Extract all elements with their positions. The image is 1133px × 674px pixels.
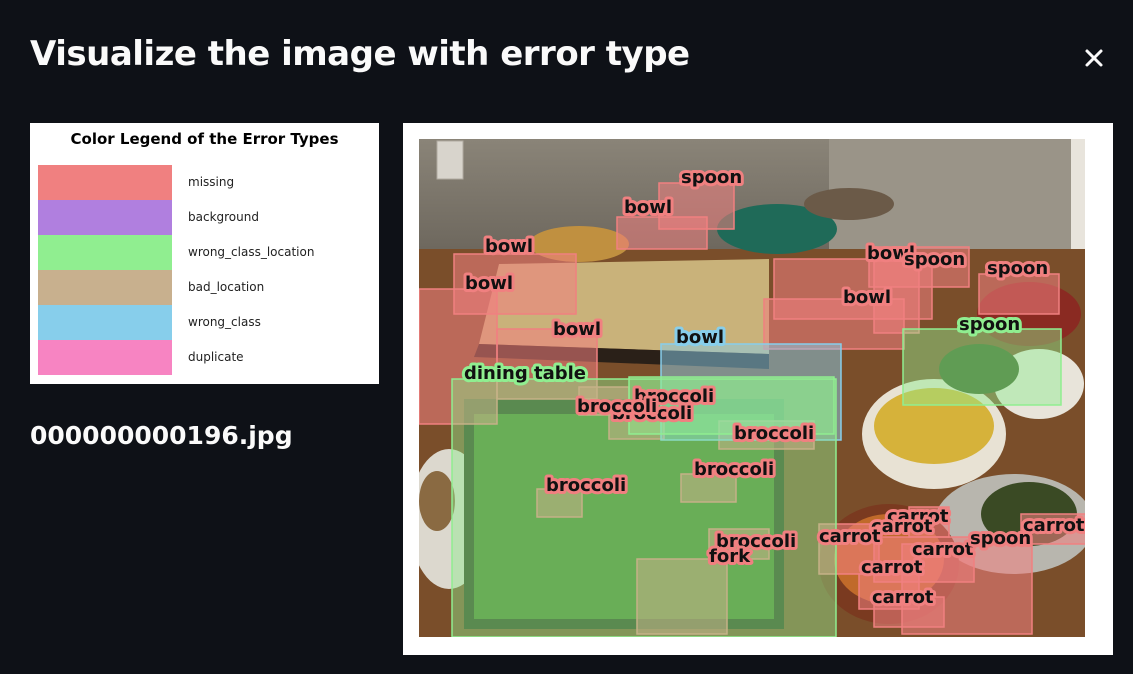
label-carrot: carrot bbox=[861, 557, 923, 578]
label-broccoli: broccoli bbox=[577, 396, 657, 417]
label-dining-table: dining table bbox=[464, 363, 586, 384]
page-title: Visualize the image with error type bbox=[30, 34, 690, 74]
legend-label-missing: missing bbox=[188, 175, 235, 189]
legend-swatch-duplicate bbox=[38, 340, 172, 375]
label-broccoli: broccoli bbox=[694, 459, 774, 480]
image-filename: 000000000196.jpg bbox=[30, 421, 293, 450]
legend-swatch-wrong-class bbox=[38, 305, 172, 340]
legend-label-background: background bbox=[188, 210, 259, 224]
legend-swatch-missing bbox=[38, 165, 172, 200]
label-bowl: bowl bbox=[465, 273, 513, 294]
close-button[interactable] bbox=[1080, 44, 1108, 72]
error-type-legend: Color Legend of the Error Types missing b… bbox=[30, 123, 379, 384]
label-spoon: spoon bbox=[681, 167, 742, 188]
legend-swatch-wrong-class-location bbox=[38, 235, 172, 270]
legend-title: Color Legend of the Error Types bbox=[70, 130, 339, 148]
image-panel: spoon bowl bowl bowl bowl bowl bowl spoo… bbox=[403, 123, 1113, 655]
legend-swatch-bad-location bbox=[38, 270, 172, 305]
annotated-image: spoon bowl bowl bowl bowl bowl bowl spoo… bbox=[419, 139, 1085, 637]
label-spoon: spoon bbox=[987, 258, 1048, 279]
label-bowl: bowl bbox=[676, 327, 724, 348]
close-icon bbox=[1085, 49, 1103, 67]
label-carrot: carrot bbox=[819, 526, 881, 547]
label-bowl: bowl bbox=[624, 197, 672, 218]
label-spoon: spoon bbox=[904, 249, 965, 270]
label-spoon: spoon bbox=[959, 314, 1020, 335]
legend-label-wrong-class: wrong_class bbox=[188, 315, 261, 329]
label-bowl: bowl bbox=[553, 319, 601, 340]
label-broccoli: broccoli bbox=[546, 475, 626, 496]
label-spoon: spoon bbox=[970, 528, 1031, 549]
label-fork: fork bbox=[709, 546, 751, 567]
legend-label-duplicate: duplicate bbox=[188, 350, 244, 364]
label-carrot: carrot bbox=[1023, 515, 1085, 536]
label-bowl: bowl bbox=[843, 287, 891, 308]
label-bowl: bowl bbox=[485, 236, 533, 257]
label-carrot: carrot bbox=[872, 587, 934, 608]
label-broccoli: broccoli bbox=[734, 423, 814, 444]
legend-label-bad-location: bad_location bbox=[188, 280, 265, 294]
legend-label-wrong-class-location: wrong_class_location bbox=[188, 245, 315, 259]
legend-swatch-background bbox=[38, 200, 172, 235]
